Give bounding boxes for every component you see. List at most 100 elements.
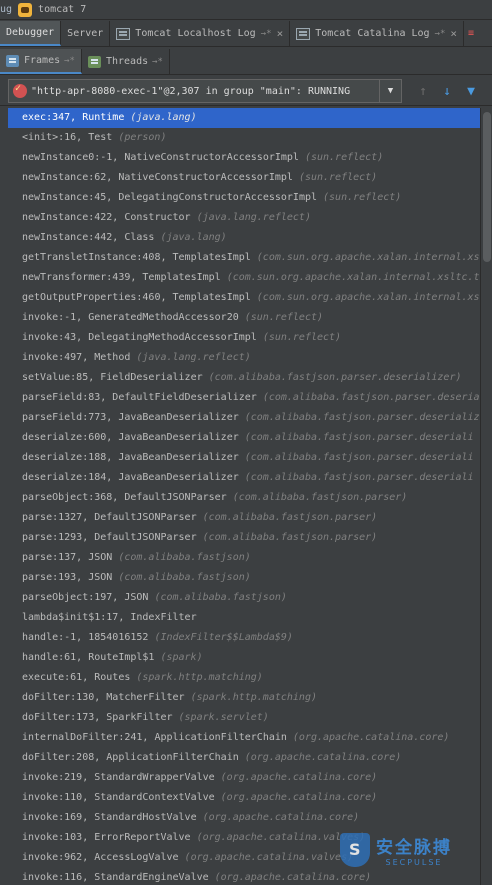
stack-frame-row[interactable]: handle:-1, 1854016152 (IndexFilter$$Lambd… [8,628,480,648]
tab-frames[interactable]: Frames →* [0,49,82,74]
stack-frame-row[interactable]: deserialze:600, JavaBeanDeserializer (com… [8,428,480,448]
stack-frame-row[interactable]: newInstance:62, NativeConstructorAccesso… [8,168,480,188]
tab-tomcat-localhost-log[interactable]: Tomcat Localhost Log →* × [110,21,291,46]
frame-method: newInstance:442, Class [22,232,155,243]
watermark: 安全脉搏 SECPULSE [340,830,490,870]
stack-frame-row[interactable]: lambda$init$1:17, IndexFilter [8,608,480,628]
stack-frame-row[interactable]: invoke:116, StandardEngineValve (org.apac… [8,868,480,885]
next-frame-icon[interactable]: ↓ [438,82,456,100]
frame-package: (com.sun.org.apache.xalan.internal.xslt [256,292,480,303]
frame-method: newInstance:422, Constructor [22,212,191,223]
stack-frame-row[interactable]: parseField:773, JavaBeanDeserializer (com… [8,408,480,428]
stack-frame-row[interactable]: exec:347, Runtime (java.lang) [8,108,480,128]
stack-frame-row[interactable]: <init>:16, Test (person) [8,128,480,148]
stack-frame-row[interactable]: newTransformer:439, TemplatesImpl (com.su… [8,268,480,288]
frame-method: parseField:773, JavaBeanDeserializer [22,412,239,423]
frame-method: parseObject:197, JSON [22,592,149,603]
stack-frame-row[interactable]: parse:193, JSON (com.alibaba.fastjson) [8,568,480,588]
tab-server[interactable]: Server [61,21,111,46]
stack-frame-row[interactable]: doFilter:208, ApplicationFilterChain (org… [8,748,480,768]
stack-frame-row[interactable]: invoke:110, StandardContextValve (org.apa… [8,788,480,808]
close-icon[interactable]: × [450,27,457,40]
frame-method: parseField:83, DefaultFieldDeserializer [22,392,257,403]
frame-package: (com.alibaba.fastjson) [118,572,251,583]
pin-icon[interactable]: →* [152,57,163,67]
frame-package: (com.alibaba.fastjson.parser.deserialize… [208,372,462,383]
frame-method: newInstance:45, DelegatingConstructorAcc… [22,192,318,203]
stack-frame-row[interactable]: newInstance:45, DelegatingConstructorAcc… [8,188,480,208]
stack-frame-row[interactable]: getTransletInstance:408, TemplatesImpl (c… [8,248,480,268]
frame-package: (spark.http.matching) [136,672,263,683]
stack-frame-row[interactable]: deserialze:184, JavaBeanDeserializer (com… [8,468,480,488]
tomcat-icon [18,2,33,17]
stack-frame-row[interactable]: invoke:497, Method (java.lang.reflect) [8,348,480,368]
tab-debugger[interactable]: Debugger [0,21,62,46]
frame-package: (java.lang.reflect) [136,352,251,363]
window-title: tomcat 7 [38,4,87,15]
stack-frame-row[interactable]: parse:1327, DefaultJSONParser (com.alibab… [8,508,480,528]
frame-method: doFilter:208, ApplicationFilterChain [22,752,239,763]
frame-package: (sun.reflect) [298,172,378,183]
frame-package: (org.apache.catalina.core) [220,792,378,803]
stack-frame-row[interactable]: invoke:-1, GeneratedMethodAccessor20 (sun… [8,308,480,328]
scrollbar-thumb[interactable] [483,112,491,262]
pin-icon[interactable]: →* [435,29,446,39]
frames-icon [6,54,19,67]
stack-frame-row[interactable]: internalDoFilter:241, ApplicationFilterC… [8,728,480,748]
frame-package: (org.apache.catalina.core) [214,872,372,883]
pin-icon[interactable]: →* [261,29,272,39]
stack-frame-row[interactable]: handle:61, RouteImpl$1 (spark) [8,648,480,668]
frame-method: invoke:962, AccessLogValve [22,852,179,863]
frame-method: deserialze:600, JavaBeanDeserializer [22,432,239,443]
frame-package: (org.apache.catalina.core) [202,812,360,823]
stack-frame-row[interactable]: deserialze:188, JavaBeanDeserializer (com… [8,448,480,468]
stack-frame-row[interactable]: parseObject:368, DefaultJSONParser (com.a… [8,488,480,508]
previous-frame-icon[interactable]: ↑ [414,82,432,100]
frame-method: deserialze:184, JavaBeanDeserializer [22,472,239,483]
tab-tomcat-catalina-log[interactable]: Tomcat Catalina Log →* × [290,21,465,46]
stack-frame-row[interactable]: parse:137, JSON (com.alibaba.fastjson) [8,548,480,568]
log-icon [296,27,311,40]
filter-icon[interactable]: ▼ [462,82,480,100]
frame-method: handle:61, RouteImpl$1 [22,652,155,663]
tab-server-label: Server [67,28,104,39]
stack-frame-row[interactable]: invoke:43, DelegatingMethodAccessorImpl (… [8,328,480,348]
stack-frame-row[interactable]: newInstance0:-1, NativeConstructorAccess… [8,148,480,168]
pin-icon[interactable]: →* [64,56,75,66]
frame-package: (com.alibaba.fastjson.parser.deserializ [244,412,480,423]
stack-frame-row[interactable]: doFilter:130, MatcherFilter (spark.http.m… [8,688,480,708]
frame-method: newInstance:62, NativeConstructorAccesso… [22,172,293,183]
close-icon[interactable]: × [277,27,284,40]
stack-frame-row[interactable]: invoke:169, StandardHostValve (org.apache… [8,808,480,828]
stack-frame-row[interactable]: setValue:85, FieldDeserializer (com.aliba… [8,368,480,388]
stack-frame-row[interactable]: doFilter:173, SparkFilter (spark.servlet) [8,708,480,728]
tab-threads[interactable]: Threads →* [82,49,170,74]
frame-method: deserialze:188, JavaBeanDeserializer [22,452,239,463]
frame-method: <init>:16, Test [22,132,113,143]
frame-method: doFilter:173, SparkFilter [22,712,173,723]
running-thread-icon [13,83,27,98]
frame-package: (sun.reflect) [304,152,384,163]
frame-method: invoke:219, StandardWrapperValve [22,772,215,783]
frame-method: invoke:169, StandardHostValve [22,812,197,823]
frame-package: (spark.http.matching) [190,692,317,703]
stack-frame-row[interactable]: parseField:83, DefaultFieldDeserializer (… [8,388,480,408]
stack-frame-row[interactable]: newInstance:442, Class (java.lang) [8,228,480,248]
frame-package: (sun.reflect) [262,332,342,343]
stack-frame-row[interactable]: getOutputProperties:460, TemplatesImpl (c… [8,288,480,308]
thread-selector[interactable]: "http-apr-8080-exec-1"@2,307 in group "m… [8,79,402,103]
stack-frame-row[interactable]: newInstance:422, Constructor (java.lang.r… [8,208,480,228]
frame-package: (com.alibaba.fastjson.parser.deseriali [244,432,474,443]
frame-package: (spark.servlet) [178,712,269,723]
vertical-scrollbar[interactable] [480,108,492,885]
stack-frame-row[interactable]: parse:1293, DefaultJSONParser (com.alibab… [8,528,480,548]
stack-frame-row[interactable]: invoke:219, StandardWrapperValve (org.apa… [8,768,480,788]
frame-package: (java.lang.reflect) [196,212,311,223]
title-bar: ug tomcat 7 [0,0,492,20]
frame-package: (com.alibaba.fastjson.parser) [202,532,378,543]
frame-method: setValue:85, FieldDeserializer [22,372,203,383]
chevron-down-icon[interactable]: ▼ [379,80,401,102]
stack-frame-row[interactable]: execute:61, Routes (spark.http.matching) [8,668,480,688]
more-tabs-icon[interactable]: ≡ [464,21,478,46]
stack-frame-row[interactable]: parseObject:197, JSON (com.alibaba.fastjs… [8,588,480,608]
